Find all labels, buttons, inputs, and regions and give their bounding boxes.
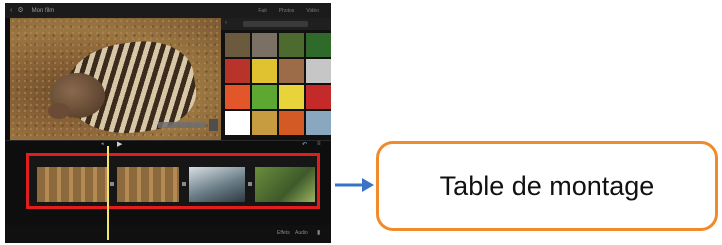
- playhead-cursor[interactable]: [107, 146, 109, 240]
- transition-icon[interactable]: [110, 182, 114, 186]
- media-browser-header: ‹: [221, 18, 331, 30]
- arrow-head: [362, 178, 374, 192]
- preview-caption-bar: [158, 122, 206, 128]
- media-browser: ‹: [221, 18, 331, 140]
- media-thumbnail-grid: [225, 33, 331, 135]
- video-preview[interactable]: [10, 18, 221, 140]
- callout-arrow: [335, 178, 374, 192]
- settings-icon[interactable]: ⚙: [17, 3, 23, 18]
- media-thumbnail[interactable]: [306, 85, 331, 109]
- time-readout-icon: ◂: [101, 141, 104, 147]
- app-bottom-bar: Effets Audio ▮: [5, 225, 331, 243]
- effects-button[interactable]: Effets: [277, 230, 290, 236]
- media-thumbnail[interactable]: [252, 111, 277, 135]
- audio-button[interactable]: Audio: [295, 230, 308, 236]
- media-thumbnail[interactable]: [225, 85, 250, 109]
- timeline-divider: [5, 140, 331, 141]
- callout-label: Table de montage: [439, 170, 655, 201]
- timeline-clip[interactable]: [37, 167, 107, 202]
- media-browser-title: [243, 21, 308, 27]
- trash-icon[interactable]: ▮: [317, 229, 320, 236]
- media-thumbnail[interactable]: [225, 59, 250, 83]
- back-icon[interactable]: ‹: [10, 3, 12, 18]
- media-thumbnail[interactable]: [279, 111, 304, 135]
- play-icon[interactable]: ▶: [117, 140, 122, 148]
- undo-icon[interactable]: ↶: [302, 141, 307, 148]
- app-top-bar: ‹ ⚙ Mon film Fait Photos Vidéo: [5, 3, 331, 18]
- preview-caption-button[interactable]: [209, 119, 218, 131]
- timeline-clip[interactable]: [255, 167, 315, 202]
- media-thumbnail[interactable]: [252, 59, 277, 83]
- project-title: Mon film: [31, 7, 55, 14]
- transition-icon[interactable]: [248, 182, 252, 186]
- timeline-clip[interactable]: [189, 167, 245, 202]
- media-thumbnail[interactable]: [306, 59, 331, 83]
- media-thumbnail[interactable]: [279, 59, 304, 83]
- options-icon[interactable]: ≡: [317, 141, 321, 147]
- transition-icon[interactable]: [182, 182, 186, 186]
- tab-photos[interactable]: Photos: [279, 8, 295, 14]
- media-thumbnail[interactable]: [306, 33, 331, 57]
- media-thumbnail[interactable]: [252, 33, 277, 57]
- tab-done[interactable]: Fait: [258, 8, 266, 14]
- media-thumbnail[interactable]: [279, 33, 304, 57]
- callout-box: Table de montage: [376, 141, 718, 231]
- media-thumbnail[interactable]: [252, 85, 277, 109]
- browser-back-icon[interactable]: ‹: [225, 20, 227, 26]
- media-thumbnail[interactable]: [279, 85, 304, 109]
- media-thumbnail[interactable]: [225, 111, 250, 135]
- timeline-clip[interactable]: [117, 167, 179, 202]
- media-thumbnail[interactable]: [306, 111, 331, 135]
- tab-video[interactable]: Vidéo: [306, 8, 319, 14]
- preview-animal-snout: [48, 103, 70, 119]
- media-thumbnail[interactable]: [225, 33, 250, 57]
